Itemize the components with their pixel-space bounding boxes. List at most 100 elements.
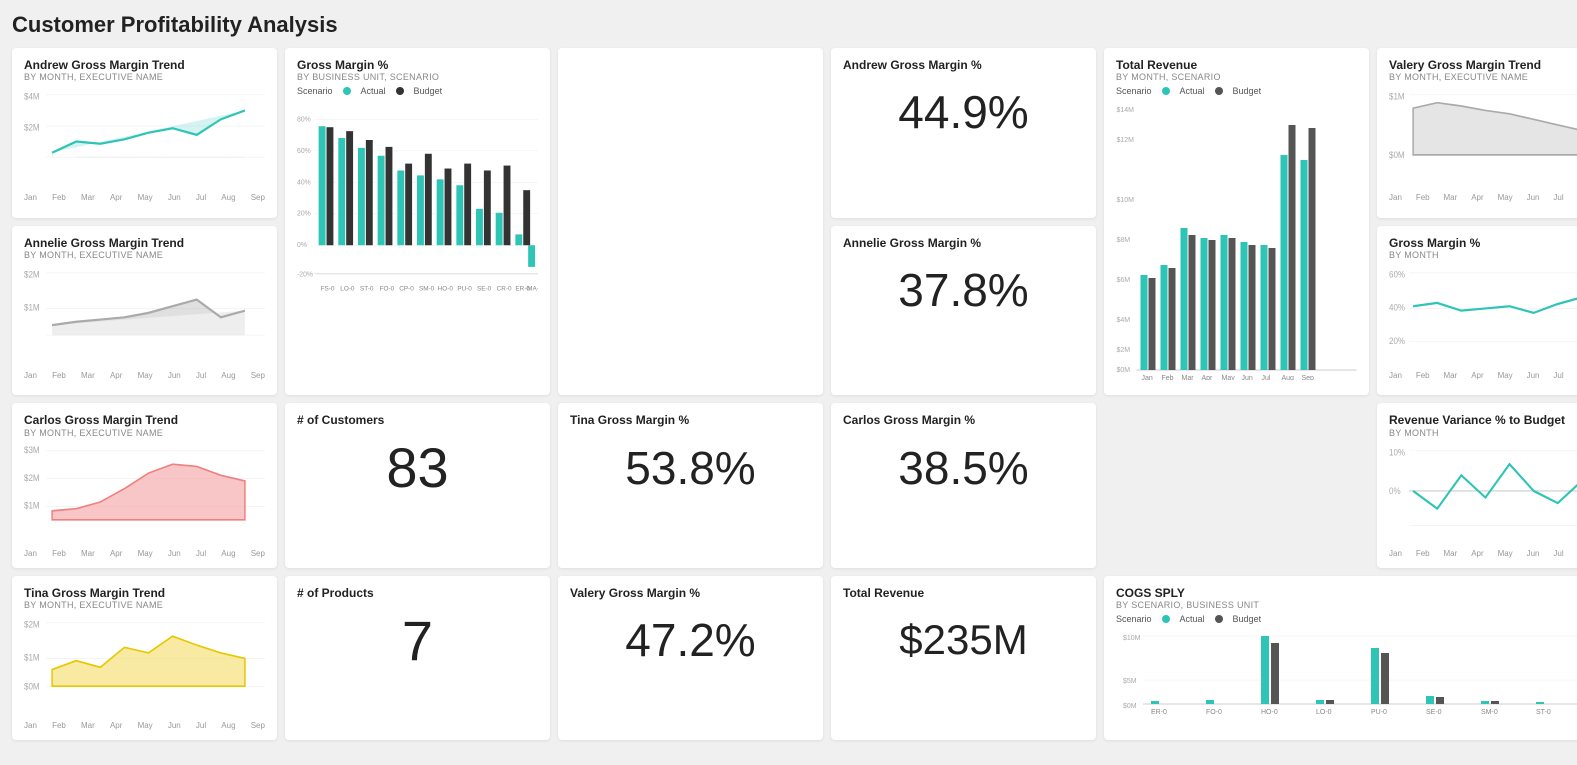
- valery-trend-subtitle: BY MONTH, EXECUTIVE NAME: [1389, 72, 1577, 82]
- svg-text:$10M: $10M: [1123, 635, 1141, 642]
- svg-text:40%: 40%: [1389, 302, 1406, 312]
- carlos-trend-chart: $3M $2M $1M: [24, 442, 265, 542]
- budget-label: Budget: [414, 86, 443, 96]
- revenue-variance-months: JanFebMarAprMayJunJulAugSep: [1389, 549, 1577, 558]
- gross-margin-pct-subtitle: BY BUSINESS UNIT, SCENARIO: [297, 72, 538, 82]
- budget-dot: [1215, 87, 1223, 95]
- svg-text:CP-0: CP-0: [399, 286, 414, 293]
- legend-label: Scenario: [297, 86, 333, 96]
- budget-label: Budget: [1233, 614, 1262, 624]
- andrew-trend-chart: $4M $2M: [24, 86, 265, 186]
- svg-text:$2M: $2M: [24, 472, 40, 482]
- card-num-products: # of Products 7: [285, 576, 550, 740]
- cogs-sply-chart: $10M $5M $0M: [1116, 628, 1577, 718]
- actual-label: Actual: [361, 86, 386, 96]
- svg-text:Feb: Feb: [1162, 375, 1174, 380]
- gross-margin-pct-chart: 80% 60% 40% 20% 0% -20%: [297, 100, 538, 300]
- actual-label: Actual: [1180, 86, 1205, 96]
- svg-text:40%: 40%: [297, 180, 311, 187]
- page-title: Customer Profitability Analysis: [12, 12, 1565, 38]
- num-products-value: 7: [297, 600, 538, 680]
- carlos-trend-title: Carlos Gross Margin Trend: [24, 413, 265, 427]
- revenue-variance-title: Revenue Variance % to Budget: [1389, 413, 1577, 427]
- tina-trend-title: Tina Gross Margin Trend: [24, 586, 265, 600]
- cogs-sply-subtitle: BY SCENARIO, BUSINESS UNIT: [1116, 600, 1577, 610]
- revenue-variance-subtitle: BY MONTH: [1389, 428, 1577, 438]
- andrew-trend-months: JanFebMarAprMayJunJulAugSep: [24, 193, 265, 202]
- card-gross-margin-pct-right: Gross Margin % BY MONTH 60% 40% 20% JanF…: [1377, 226, 1577, 396]
- actual-dot: [343, 87, 351, 95]
- svg-text:80%: 80%: [297, 117, 311, 124]
- card-revenue-variance: Revenue Variance % to Budget BY MONTH 10…: [1377, 403, 1577, 567]
- legend-label: Scenario: [1116, 614, 1152, 624]
- svg-text:FS-0: FS-0: [321, 286, 335, 293]
- svg-text:$2M: $2M: [24, 619, 40, 629]
- card-andrew-trend: Andrew Gross Margin Trend BY MONTH, EXEC…: [12, 48, 277, 218]
- total-revenue-legend: Scenario Actual Budget: [1116, 86, 1357, 96]
- svg-text:Mar: Mar: [1182, 375, 1195, 380]
- num-customers-value: 83: [297, 428, 538, 508]
- budget-dot: [1215, 615, 1223, 623]
- andrew-trend-subtitle: BY MONTH, EXECUTIVE NAME: [24, 72, 265, 82]
- num-products-title: # of Products: [297, 586, 538, 600]
- svg-text:$2M: $2M: [24, 122, 40, 132]
- card-valery-trend: Valery Gross Margin Trend BY MONTH, EXEC…: [1377, 48, 1577, 218]
- svg-text:60%: 60%: [297, 148, 311, 155]
- svg-text:0%: 0%: [1389, 486, 1401, 496]
- gross-margin-pct-legend: Scenario Actual Budget: [297, 86, 538, 96]
- card-num-customers: # of Customers 83: [285, 403, 550, 567]
- svg-text:ER-0: ER-0: [1151, 709, 1167, 716]
- svg-text:$12M: $12M: [1117, 137, 1135, 144]
- svg-text:$10M: $10M: [1117, 197, 1135, 204]
- total-revenue-small-title: Total Revenue: [843, 586, 1084, 600]
- card-cogs-sply: COGS SPLY BY SCENARIO, BUSINESS UNIT Sce…: [1104, 576, 1577, 740]
- svg-text:May: May: [1222, 375, 1236, 380]
- num-customers-title: # of Customers: [297, 413, 538, 427]
- card-valery-gm-pct: Valery Gross Margin % 47.2%: [558, 576, 823, 740]
- svg-text:$1M: $1M: [24, 302, 40, 312]
- actual-label: Actual: [1180, 614, 1205, 624]
- annelie-gm-pct-title: Annelie Gross Margin %: [843, 236, 1084, 250]
- svg-text:ST-0: ST-0: [360, 286, 374, 293]
- tina-trend-subtitle: BY MONTH, EXECUTIVE NAME: [24, 600, 265, 610]
- svg-text:CR-0: CR-0: [497, 286, 512, 293]
- svg-text:$5M: $5M: [1123, 678, 1137, 685]
- valery-gm-pct-value: 47.2%: [570, 600, 811, 680]
- svg-text:Apr: Apr: [1202, 375, 1214, 380]
- svg-text:Jul: Jul: [1262, 375, 1271, 380]
- svg-text:SM-0: SM-0: [1481, 709, 1498, 716]
- svg-text:PU-0: PU-0: [457, 286, 472, 293]
- actual-dot: [1162, 615, 1170, 623]
- card-annelie-gm-pct: Annelie Gross Margin % 37.8%: [831, 226, 1096, 396]
- cogs-sply-legend: Scenario Actual Budget: [1116, 614, 1577, 624]
- svg-text:Jan: Jan: [1142, 375, 1153, 380]
- svg-text:$3M: $3M: [24, 444, 40, 454]
- svg-text:-20%: -20%: [297, 272, 313, 279]
- card-tina-gm-pct: Tina Gross Margin % 53.8%: [558, 403, 823, 567]
- svg-text:10%: 10%: [1389, 447, 1406, 457]
- svg-text:$2M: $2M: [24, 269, 40, 279]
- andrew-gm-pct-title: Andrew Gross Margin %: [843, 58, 1084, 72]
- total-revenue-title: Total Revenue: [1116, 58, 1357, 72]
- card-carlos-gm-pct: Carlos Gross Margin % 38.5%: [831, 403, 1096, 567]
- svg-text:HO-0: HO-0: [1261, 709, 1278, 716]
- carlos-gm-pct-title: Carlos Gross Margin %: [843, 413, 1084, 427]
- cogs-sply-title: COGS SPLY: [1116, 586, 1577, 600]
- svg-text:$4M: $4M: [1117, 317, 1131, 324]
- gross-margin-right-chart: 60% 40% 20%: [1389, 264, 1577, 364]
- svg-text:SE-0: SE-0: [1426, 709, 1442, 716]
- carlos-trend-subtitle: BY MONTH, EXECUTIVE NAME: [24, 428, 265, 438]
- total-revenue-small-value: $235M: [843, 600, 1084, 680]
- andrew-gm-pct-value: 44.9%: [843, 72, 1084, 152]
- svg-text:LO-0: LO-0: [1316, 709, 1332, 716]
- tina-trend-months: JanFebMarAprMayJunJulAugSep: [24, 721, 265, 730]
- annelie-trend-subtitle: BY MONTH, EXECUTIVE NAME: [24, 250, 265, 260]
- tina-gm-pct-value: 53.8%: [570, 428, 811, 508]
- valery-trend-months: JanFebMarAprMayJunJulAugSep: [1389, 193, 1577, 202]
- svg-text:$6M: $6M: [1117, 277, 1131, 284]
- svg-text:PU-0: PU-0: [1371, 709, 1387, 716]
- valery-trend-chart: $1M $0M: [1389, 86, 1577, 186]
- svg-text:SM-0: SM-0: [419, 286, 435, 293]
- svg-text:Jun: Jun: [1242, 375, 1253, 380]
- card-total-revenue: Total Revenue BY MONTH, SCENARIO Scenari…: [1104, 48, 1369, 395]
